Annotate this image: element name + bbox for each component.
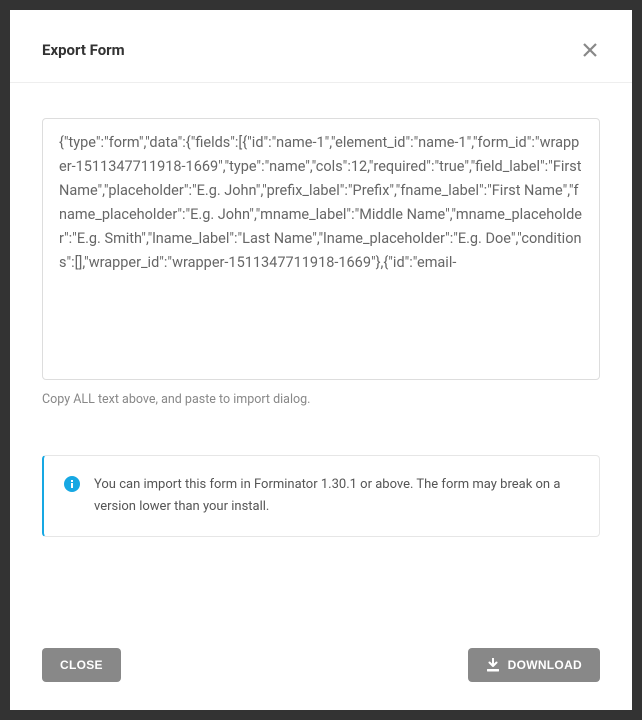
info-icon [64, 476, 80, 492]
modal-header: Export Form [10, 10, 632, 83]
close-icon[interactable] [580, 40, 600, 60]
modal-body: Copy ALL text above, and paste to import… [10, 83, 632, 628]
close-button[interactable]: CLOSE [42, 648, 121, 682]
download-icon [486, 658, 500, 672]
modal-footer: CLOSE DOWNLOAD [10, 628, 632, 710]
notice-text: You can import this form in Forminator 1… [94, 474, 579, 518]
export-form-modal: Export Form Copy ALL text above, and pas… [10, 10, 632, 710]
export-textarea-wrap [42, 118, 600, 384]
download-button[interactable]: DOWNLOAD [468, 648, 600, 682]
helper-text: Copy ALL text above, and paste to import… [42, 392, 600, 407]
version-notice: You can import this form in Forminator 1… [42, 455, 600, 537]
modal-title: Export Form [42, 41, 125, 59]
close-button-label: CLOSE [60, 658, 103, 672]
export-textarea[interactable] [42, 118, 600, 380]
download-button-label: DOWNLOAD [508, 658, 582, 672]
